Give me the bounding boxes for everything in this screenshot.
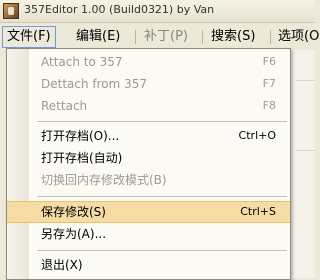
- menu-item-label: Rettach: [41, 99, 88, 113]
- file-menu-dropdown: Attach to 357 F6 Dettach from 357 F7 Ret…: [6, 48, 291, 280]
- menu-file[interactable]: 文件(F): [2, 26, 56, 48]
- menu-item-open-save[interactable]: 打开存档(O)... Ctrl+O: [7, 125, 290, 147]
- menu-separator: [135, 30, 136, 44]
- menu-item-save-as[interactable]: 另存为(A)...: [7, 223, 290, 245]
- menu-item-label: 打开存档(O)...: [41, 129, 120, 143]
- menu-item-shortcut: F8: [262, 99, 276, 112]
- menu-item-shortcut: F6: [262, 55, 276, 68]
- menu-patch[interactable]: 补丁(P): [140, 26, 192, 48]
- menu-item-attach[interactable]: Attach to 357 F6: [7, 51, 290, 73]
- menu-item-label: 另存为(A)...: [41, 227, 107, 241]
- menu-item-dettach[interactable]: Dettach from 357 F7: [7, 73, 290, 95]
- menu-separator: [270, 30, 271, 44]
- menu-item-rettach[interactable]: Rettach F8: [7, 95, 290, 117]
- menu-item-shortcut: F7: [262, 77, 276, 90]
- menu-item-label: Attach to 357: [41, 55, 123, 69]
- menu-edit[interactable]: 编辑(E): [72, 26, 124, 48]
- menu-item-label: 保存修改(S): [41, 205, 106, 219]
- menu-item-switch-memory-mode[interactable]: 切换回内存修改模式(B): [7, 169, 290, 191]
- menu-item-label: 切换回内存修改模式(B): [41, 173, 167, 187]
- menu-item-label: 退出(X): [41, 258, 83, 272]
- menu-options[interactable]: 选项(O): [274, 26, 320, 48]
- background-divider: [296, 80, 315, 81]
- title-bar: 357Editor 1.00 (Build0321) by Van: [0, 0, 315, 23]
- menu-item-label: 打开存档(自动): [41, 151, 123, 165]
- menu-separator: [37, 121, 287, 122]
- menu-separator: [37, 250, 287, 251]
- menu-item-open-save-auto[interactable]: 打开存档(自动): [7, 147, 290, 169]
- app-icon: [3, 3, 19, 19]
- menu-bar: 文件(F) 编辑(E) 补丁(P) 搜索(S) 选项(O): [0, 24, 320, 50]
- menu-item-shortcut: Ctrl+O: [238, 129, 276, 142]
- menu-separator: [37, 196, 287, 197]
- background-window: [291, 50, 315, 278]
- menu-search[interactable]: 搜索(S): [207, 26, 259, 48]
- background-divider: [296, 150, 315, 151]
- menu-item-shortcut: Ctrl+S: [240, 205, 276, 218]
- menu-separator: [202, 30, 203, 44]
- window-title: 357Editor 1.00 (Build0321) by Van: [24, 3, 215, 16]
- menu-item-exit[interactable]: 退出(X): [7, 254, 290, 276]
- menu-item-label: Dettach from 357: [41, 77, 148, 91]
- menu-item-save-changes[interactable]: 保存修改(S) Ctrl+S: [7, 201, 290, 223]
